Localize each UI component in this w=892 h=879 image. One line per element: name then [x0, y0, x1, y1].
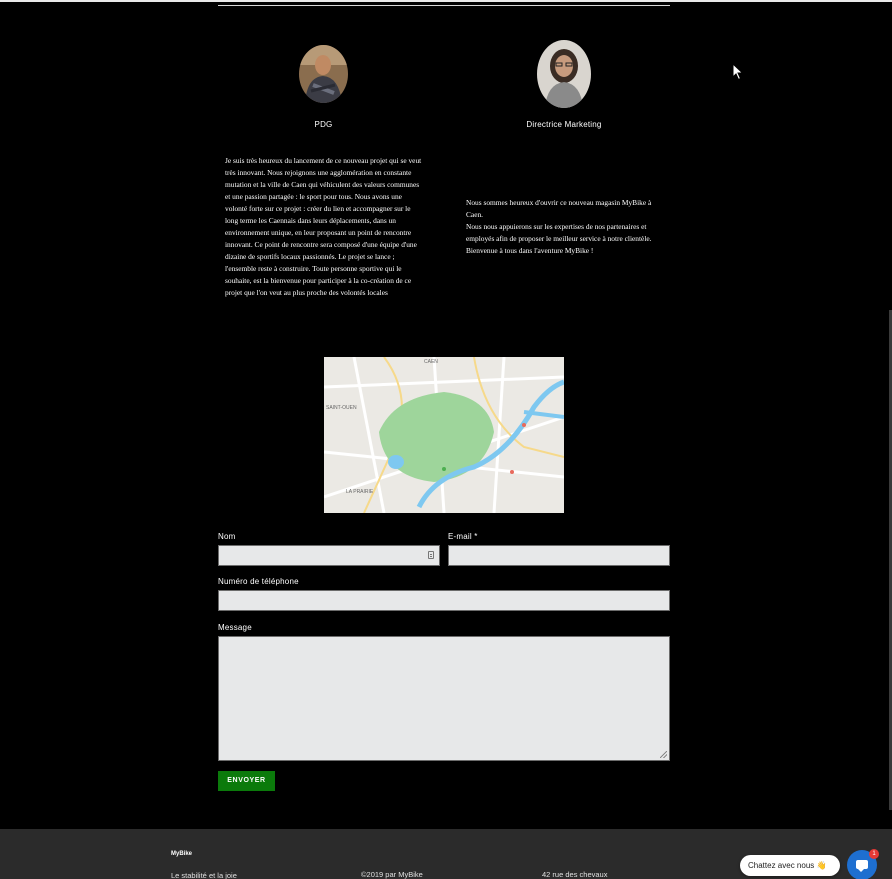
avatar-directrice-marketing [537, 40, 591, 108]
bio-directrice-line-2: Nous nous appuierons sur les expertises … [466, 222, 652, 243]
email-field[interactable] [448, 545, 670, 566]
footer-copyright: ©2019 par MyBike [361, 870, 423, 879]
chat-bubble-icon [856, 860, 868, 872]
chat-notification-badge: 1 [869, 849, 879, 859]
mouse-pointer-icon [732, 62, 744, 86]
map-label-west: SAINT-OUEN [326, 405, 357, 411]
autofill-contact-icon[interactable] [428, 551, 434, 559]
submit-button[interactable]: ENVOYER [218, 771, 275, 791]
bio-directrice: Nous sommes heureux d'ouvrir ce nouveau … [466, 197, 666, 257]
location-map[interactable]: CAEN SAINT-OUEN LA PRAIRIE [324, 357, 564, 513]
footer-address: 42 rue des chevaux [542, 870, 608, 879]
bio-directrice-line-1: Nous sommes heureux d'ouvrir ce nouveau … [466, 198, 652, 219]
top-border [0, 0, 892, 2]
email-label: E-mail * [448, 532, 478, 541]
role-pdg: PDG [314, 120, 333, 129]
role-directrice-marketing: Directrice Marketing [526, 120, 602, 129]
avatar-pdg [299, 45, 348, 103]
footer-tagline: Le stabilité et la joie [171, 871, 237, 879]
name-field[interactable] [218, 545, 440, 566]
name-label: Nom [218, 532, 236, 541]
section-divider [218, 5, 670, 6]
bio-pdg-text: Je suis très heureux du lancement de ce … [225, 156, 422, 297]
bio-pdg: Je suis très heureux du lancement de ce … [225, 155, 425, 299]
phone-label: Numéro de téléphone [218, 577, 299, 586]
map-label-south: LA PRAIRIE [346, 489, 374, 495]
chat-prompt[interactable]: Chattez avec nous 👋 [740, 855, 840, 876]
footer-brand: MyBike [171, 851, 193, 857]
message-label: Message [218, 623, 252, 632]
resize-grip-icon[interactable] [660, 751, 667, 758]
map-label-north: CAEN [424, 359, 438, 365]
phone-field[interactable] [218, 590, 670, 611]
message-field[interactable] [218, 636, 670, 761]
bio-directrice-line-3: Bienvenue à tous dans l'aventure MyBike … [466, 246, 594, 255]
